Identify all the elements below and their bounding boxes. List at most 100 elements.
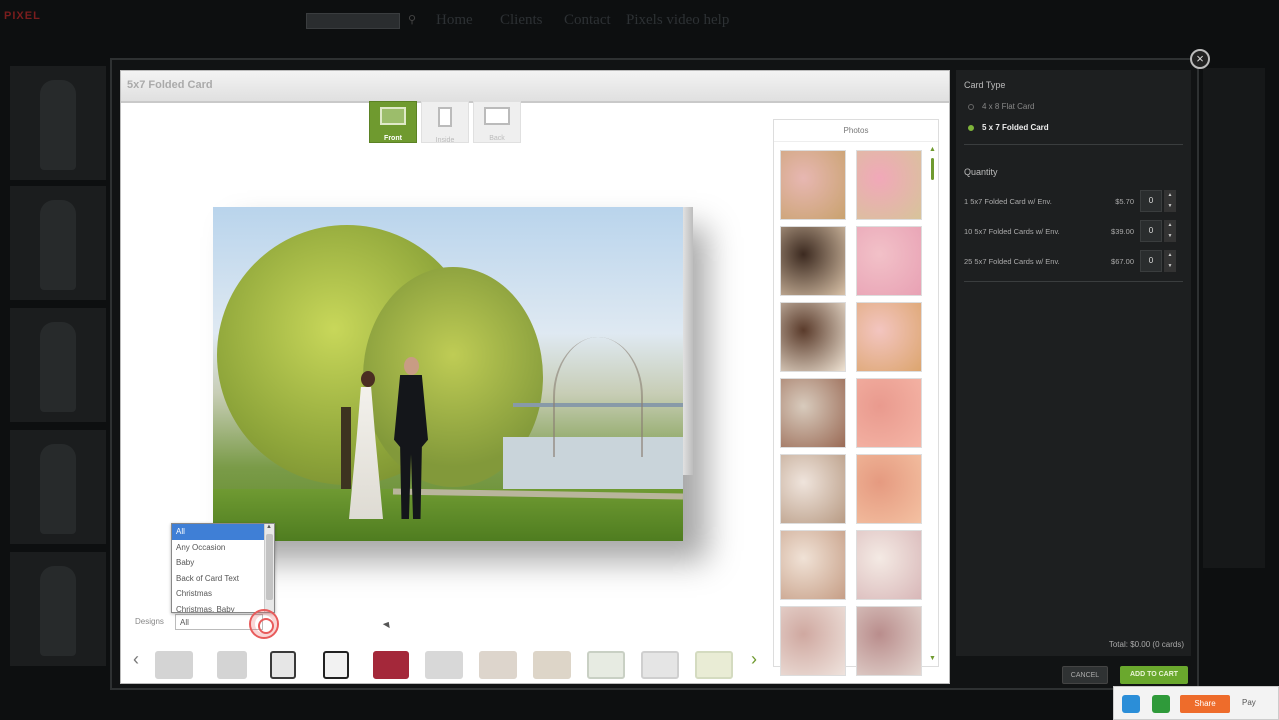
quantity-input[interactable]: 0 (1140, 220, 1162, 242)
design-thumbnail[interactable] (641, 651, 679, 679)
chevron-up-icon[interactable]: ▲ (1164, 220, 1176, 231)
photo-thumbnail[interactable] (856, 150, 922, 220)
chevron-down-icon[interactable]: ▼ (1164, 261, 1176, 272)
photo-thumbnail[interactable] (780, 302, 846, 372)
quantity-input[interactable]: 0 (1140, 190, 1162, 212)
message-icon[interactable] (1152, 695, 1170, 713)
chevron-down-icon[interactable]: ▼ (1164, 201, 1176, 212)
photo-thumbnail[interactable] (856, 378, 922, 448)
photo-thumbnail[interactable] (780, 378, 846, 448)
tab-back[interactable]: Back (473, 101, 521, 143)
twitter-icon[interactable] (1122, 695, 1140, 713)
photo-thumbnail[interactable] (780, 150, 846, 220)
design-thumbnail[interactable] (155, 651, 193, 679)
design-thumbnail[interactable] (479, 651, 517, 679)
mouse-cursor-icon (382, 619, 393, 629)
designs-option[interactable]: All (172, 524, 264, 540)
chevron-up-icon[interactable]: ▲ (1164, 250, 1176, 261)
editor-title: 5x7 Folded Card (121, 71, 949, 103)
card-inside-icon (438, 107, 452, 127)
radio-icon (968, 103, 974, 110)
design-thumbnail[interactable] (695, 651, 733, 679)
photos-scrollbar[interactable]: ▲ ▼ (929, 146, 937, 662)
carousel-next-button[interactable]: › (751, 649, 757, 670)
share-button[interactable]: Share (1180, 695, 1230, 713)
card-type-folded[interactable]: 5 x 7 Folded Card (968, 123, 1183, 132)
carousel-prev-button[interactable]: ‹ (133, 649, 139, 670)
photo-thumbnail[interactable] (780, 530, 846, 600)
nav-link-clients: Clients (500, 12, 543, 28)
card-type-flat[interactable]: 4 x 8 Flat Card (968, 102, 1183, 111)
quantity-stepper[interactable]: ▲ ▼ (1164, 190, 1176, 212)
photo-thumbnail[interactable] (780, 454, 846, 524)
quantity-item-name: 25 5x7 Folded Cards w/ Env. (964, 256, 1060, 266)
scroll-up-icon[interactable]: ▲ (929, 146, 936, 153)
photos-panel: Photos ▲ ▼ (773, 119, 939, 676)
tab-front-label: Front (384, 135, 402, 142)
bride-figure (343, 371, 389, 519)
quantity-heading: Quantity (964, 167, 998, 177)
photo-thumbnail[interactable] (856, 226, 922, 296)
photo-thumbnail[interactable] (856, 454, 922, 524)
background-gallery-thumb (10, 66, 106, 180)
quantity-item-price: $39.00 (1111, 226, 1134, 236)
tab-front[interactable]: Front (369, 101, 417, 143)
photo-thumbnail[interactable] (856, 530, 922, 600)
share-bar: Share Pay (1113, 686, 1279, 720)
pay-link[interactable]: Pay (1242, 698, 1256, 707)
quantity-row: 25 5x7 Folded Cards w/ Env. $67.00 0 ▲ ▼ (964, 249, 1183, 273)
quantity-row: 1 5x7 Folded Card w/ Env. $5.70 0 ▲ ▼ (964, 189, 1183, 213)
quantity-item-name: 1 5x7 Folded Card w/ Env. (964, 196, 1052, 206)
quantity-item-name: 10 5x7 Folded Cards w/ Env. (964, 226, 1060, 236)
designs-option[interactable]: Baby (172, 555, 264, 571)
designs-option[interactable]: Back of Card Text (172, 571, 264, 587)
card-editor: 5x7 Folded Card Front Inside Back Design… (120, 70, 950, 684)
design-thumbnail[interactable] (217, 651, 247, 679)
site-logo: PIXEL (4, 10, 41, 22)
quantity-stepper[interactable]: ▲ ▼ (1164, 250, 1176, 272)
close-icon[interactable]: × (1190, 49, 1210, 69)
tab-back-label: Back (489, 135, 505, 142)
design-thumbnail[interactable] (323, 651, 349, 679)
divider (964, 281, 1183, 282)
design-thumbnail[interactable] (425, 651, 463, 679)
design-thumbnail[interactable] (270, 651, 296, 679)
design-thumbnail[interactable] (533, 651, 571, 679)
chevron-down-icon[interactable]: ▼ (1164, 231, 1176, 242)
groom-figure (391, 357, 431, 519)
click-indicator-icon (249, 609, 279, 639)
background-gallery-thumb (10, 430, 106, 544)
background-gallery-thumb (10, 186, 106, 300)
add-to-cart-button[interactable]: ADD TO CART (1120, 666, 1188, 684)
quantity-input[interactable]: 0 (1140, 250, 1162, 272)
photo-thumbnail[interactable] (780, 226, 846, 296)
design-thumbnail[interactable] (587, 651, 625, 679)
nav-link-video-help: Pixels video help (626, 12, 730, 28)
quantity-item-price: $5.70 (1115, 196, 1134, 206)
tab-inside-label: Inside (435, 137, 455, 144)
designs-option[interactable]: Christmas, Baby (172, 602, 264, 613)
search-icon: ⚲ (408, 14, 417, 26)
card-editor-modal: 5x7 Folded Card Front Inside Back Design… (110, 58, 1199, 690)
tab-inside[interactable]: Inside (421, 101, 469, 144)
nav-link-contact: Contact (564, 12, 611, 28)
designs-scrollbar[interactable]: ▲ (264, 524, 274, 612)
designs-option[interactable]: Christmas (172, 586, 264, 602)
quantity-row: 10 5x7 Folded Cards w/ Env. $39.00 0 ▲ ▼ (964, 219, 1183, 243)
scroll-down-icon[interactable]: ▼ (929, 655, 936, 662)
designs-option[interactable]: Any Occasion (172, 540, 264, 556)
photo-thumbnail[interactable] (780, 606, 846, 676)
chevron-up-icon[interactable]: ▲ (1164, 190, 1176, 201)
quantity-stepper[interactable]: ▲ ▼ (1164, 220, 1176, 242)
designs-label: Designs (135, 617, 164, 626)
photo-thumbnail[interactable] (856, 606, 922, 676)
radio-checked-icon (968, 124, 974, 131)
photos-title: Photos (774, 120, 938, 142)
designs-dropdown-list: All Any Occasion Baby Back of Card Text … (171, 523, 275, 613)
scroll-up-icon[interactable]: ▲ (266, 524, 272, 530)
cancel-button[interactable]: CANCEL (1062, 666, 1108, 684)
design-thumbnail[interactable] (373, 651, 409, 679)
photo-thumbnail[interactable] (856, 302, 922, 372)
card-preview-photo[interactable] (213, 207, 683, 541)
divider (964, 144, 1183, 145)
